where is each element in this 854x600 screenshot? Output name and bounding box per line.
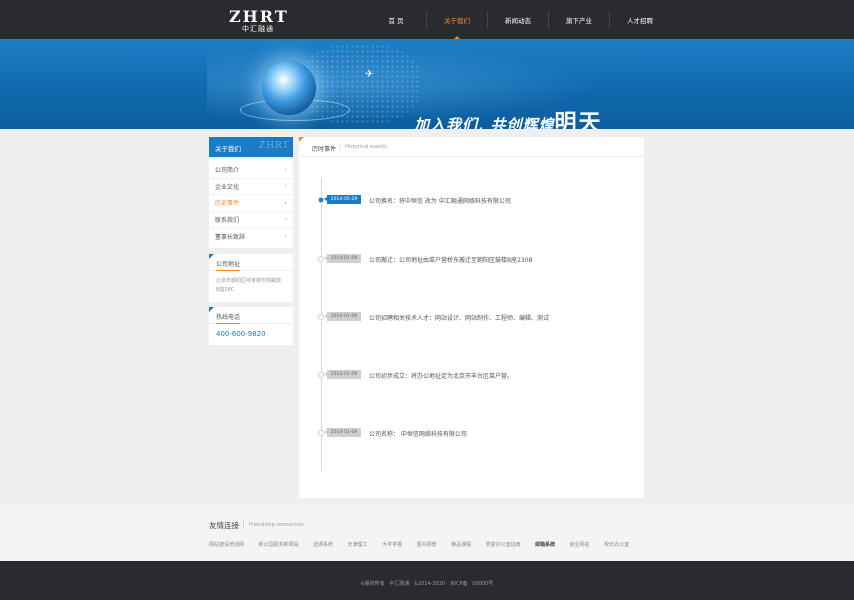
corner-accent xyxy=(299,137,304,142)
address-title-text: 公司地址 xyxy=(216,261,241,268)
sidebar-item-label: 联系我们 xyxy=(215,216,240,224)
nav-label: 新闻动态 xyxy=(505,16,531,25)
event-date: 2014-01-09 xyxy=(324,370,361,379)
sidebar-item-chairman[interactable]: 董事长致辞 › xyxy=(209,228,293,245)
nav-about[interactable]: 关于我们 xyxy=(427,0,487,39)
icp-number: 京ICP备 00000号 xyxy=(449,581,494,587)
company-name: 中汇融通 xyxy=(389,581,410,587)
hotline-box: 热线电话 400-600-9820 xyxy=(209,307,293,345)
friend-links-title: 友情连接 xyxy=(209,521,239,530)
event-date: 2014-01-09 xyxy=(324,428,361,437)
hotline-number[interactable]: 400-600-9820 xyxy=(209,324,293,344)
nav-home[interactable]: 首 页 xyxy=(366,0,426,39)
friend-links-list: 网站建设培训网 新公园报务新网站 选课系统 天津理工 大学学报 图书网景 精品课… xyxy=(209,541,644,548)
friend-link[interactable]: 邮箱系统 xyxy=(535,541,555,548)
event-text: 公司初步成立：将办公地址定为北京市丰台区菜户营。 xyxy=(369,373,514,380)
chevron-right-icon: › xyxy=(284,215,287,224)
friend-link[interactable]: 新公园报务新网站 xyxy=(259,541,299,548)
sidebar-item-history[interactable]: 历史事件 › xyxy=(209,195,293,212)
chevron-right-icon: › xyxy=(284,165,287,174)
event-date: 2014-05-29 xyxy=(324,195,361,204)
slogan-text: 加入我们, 共创辉煌 xyxy=(414,116,555,129)
content-panel: 历时事件 | Historical events 2014-05-29 公司换名… xyxy=(299,137,644,498)
title-separator xyxy=(243,521,244,529)
event-text: 公司招聘相关技术人才：网站设计、网站制作、工程师、编辑、测试 xyxy=(369,315,550,322)
hotline-title: 热线电话 xyxy=(209,307,293,324)
logo-letters: ZHRT xyxy=(229,7,289,26)
title-underline xyxy=(216,270,240,271)
event-text: 公司换名：将中恒信 改为 中汇融通网络科技有限公司 xyxy=(369,198,511,205)
nav-label: 人才招聘 xyxy=(627,16,653,25)
nav-label: 旗下产业 xyxy=(566,16,592,25)
friend-link[interactable]: 天津理工 xyxy=(348,541,368,548)
chevron-right-icon: › xyxy=(284,182,287,191)
event-text: 公司名称： 中恒信网络科技有限公司 xyxy=(369,431,467,438)
nav-label: 关于我们 xyxy=(444,16,470,25)
main-nav: 首 页 关于我们 新闻动态 旗下产业 人才招聘 xyxy=(366,0,670,39)
sidebar-watermark: ZHRT xyxy=(259,141,290,151)
friend-links-section: 友情连接 Friendship connection 网站建设培训网 新公园报务… xyxy=(0,505,854,561)
content-title-en: Historical events xyxy=(345,144,387,150)
copyright-years: &2014-2020 xyxy=(413,581,446,587)
sidebar-item-contact[interactable]: 联系我们 › xyxy=(209,212,293,228)
event-date: 2014-01-09 xyxy=(324,312,361,321)
footer-copyright: &版权所有 中汇融通 &2014-2020 京ICP备 00000号 xyxy=(0,580,854,587)
sidebar-title: 关于我们 xyxy=(215,145,241,153)
globe-icon xyxy=(262,61,316,115)
sidebar-item-label: 企业文化 xyxy=(215,183,240,191)
friend-link[interactable]: 大学学报 xyxy=(382,541,402,548)
event-text: 公司搬迁：公司地址由菜户营桥东搬迁至朝阳区鼓楼B座2308 xyxy=(369,257,533,264)
site-logo[interactable]: ZHRT 中汇融通 xyxy=(229,7,289,34)
address-box: 公司地址 北京市朝阳区呼家楼安翔路鼓 B座28C xyxy=(209,254,293,302)
friend-link[interactable]: 党委办公室指南 xyxy=(486,541,521,548)
content-header: 历时事件 | Historical events xyxy=(299,137,644,157)
title-underline xyxy=(216,323,240,324)
copyright-label: &版权所有 xyxy=(360,581,385,587)
airplane-icon: ✈ xyxy=(365,69,374,80)
sidebar-header: 关于我们 ZHRT xyxy=(209,137,293,157)
site-footer: &版权所有 中汇融通 &2014-2020 京ICP备 00000号 xyxy=(0,561,854,600)
address-text: 北京市朝阳区呼家楼安翔路鼓 B座28C xyxy=(216,278,282,293)
friend-link[interactable]: 选课系统 xyxy=(313,541,333,548)
friend-link[interactable]: 网站建设培训网 xyxy=(209,541,244,548)
chevron-right-icon: › xyxy=(284,232,287,241)
friend-link[interactable]: 校长办公室 xyxy=(604,541,629,548)
sidebar-item-label: 公司简介 xyxy=(215,167,240,175)
sidebar-item-label: 历史事件 xyxy=(215,200,240,208)
nav-industries[interactable]: 旗下产业 xyxy=(549,0,609,39)
content-title: 历时事件 xyxy=(312,146,337,153)
slogan-emphasis: 明天 xyxy=(554,110,603,129)
event-date: 2014-01-09 xyxy=(324,254,361,263)
nav-news[interactable]: 新闻动态 xyxy=(488,0,548,39)
address-title: 公司地址 xyxy=(209,254,293,271)
nav-careers[interactable]: 人才招聘 xyxy=(610,0,670,39)
sidebar-item-culture[interactable]: 企业文化 › xyxy=(209,179,293,195)
friend-link[interactable]: 图书网景 xyxy=(417,541,437,548)
banner-slogan: 加入我们, 共创辉煌明天 xyxy=(414,105,602,129)
hotline-title-text: 热线电话 xyxy=(216,314,241,321)
hero-banner: ✈ 加入我们, 共创辉煌明天 xyxy=(0,39,854,129)
sidebar-menu: 公司简介 › 企业文化 › 历史事件 › 联系我们 › 董事长致辞 › xyxy=(209,159,293,248)
logo-subtitle: 中汇融通 xyxy=(242,25,274,33)
site-header: ZHRT 中汇融通 首 页 关于我们 新闻动态 旗下产业 人才招聘 xyxy=(0,0,854,39)
chevron-right-icon: › xyxy=(284,198,287,207)
sidebar-item-label: 董事长致辞 xyxy=(215,233,246,241)
friend-link[interactable]: 就业网名 xyxy=(570,541,590,548)
friend-link[interactable]: 精品课程 xyxy=(451,541,471,548)
timeline-axis xyxy=(321,178,322,471)
nav-label: 首 页 xyxy=(388,16,404,25)
friend-links-title-en: Friendship connection xyxy=(249,522,304,528)
title-separator: | xyxy=(339,144,342,151)
sidebar-item-company-profile[interactable]: 公司简介 › xyxy=(209,162,293,179)
